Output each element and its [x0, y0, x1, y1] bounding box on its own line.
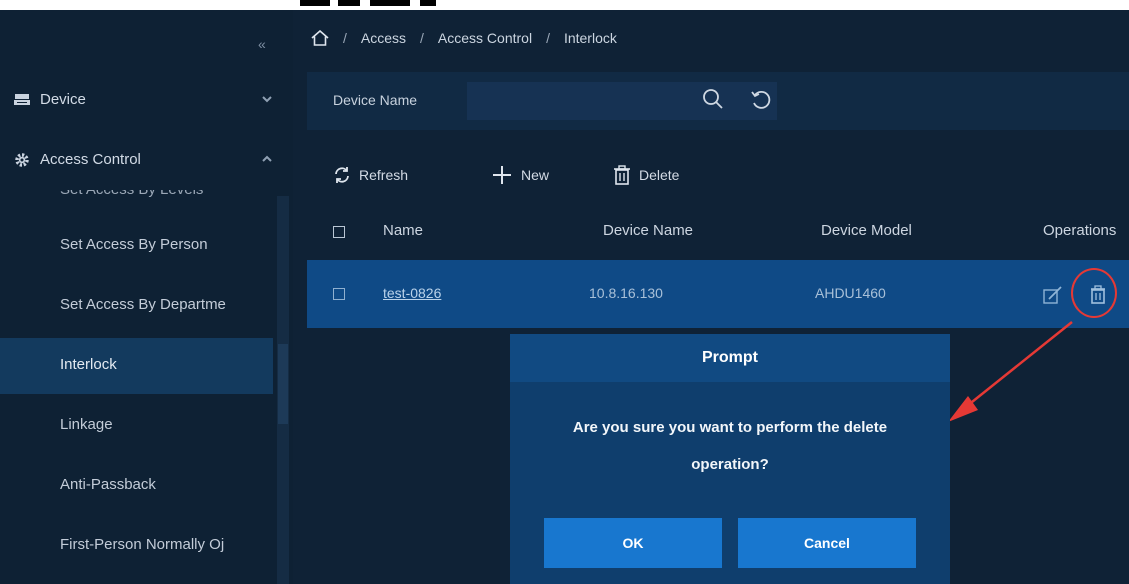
- delete-button[interactable]: Delete: [613, 160, 679, 190]
- row-device-name: 10.8.16.130: [589, 285, 663, 301]
- breadcrumb-item-access[interactable]: Access: [361, 30, 406, 46]
- sidebar-item-label: Interlock: [60, 356, 117, 373]
- home-icon[interactable]: [311, 30, 329, 46]
- row-device-model: AHDU1460: [815, 285, 886, 301]
- cancel-button[interactable]: Cancel: [738, 518, 916, 568]
- sidebar-item-label: Set Access By Levels: [60, 190, 203, 198]
- sidebar-item-interlock[interactable]: Interlock: [0, 338, 273, 394]
- refresh-label: Refresh: [359, 167, 409, 183]
- sidebar-item-label: First-Person Normally Oj: [60, 536, 225, 553]
- breadcrumb-separator: /: [420, 30, 424, 46]
- cropped-header-strip: [0, 0, 1129, 10]
- plus-icon: [493, 166, 511, 184]
- trash-icon: [614, 165, 630, 185]
- sidebar-item-set-access-by-person[interactable]: Set Access By Person: [0, 218, 273, 274]
- breadcrumb-separator: /: [546, 30, 550, 46]
- sidebar-item-linkage[interactable]: Linkage: [0, 398, 273, 454]
- refresh-icon: [335, 167, 349, 183]
- dialog-message-cont: operation?: [691, 456, 769, 473]
- refresh-button[interactable]: Refresh: [333, 160, 408, 190]
- device-name-label: Device Name: [333, 92, 418, 108]
- sidebar-item-label: Anti-Passback: [60, 476, 156, 493]
- device-icon: [14, 94, 30, 105]
- sidebar-scrollbar-thumb[interactable]: [278, 344, 288, 424]
- sidebar-menu-label: Access Control: [40, 151, 141, 168]
- sidebar-menu-device[interactable]: Device: [0, 80, 293, 120]
- row-name-link[interactable]: test-0826: [383, 285, 441, 301]
- new-button[interactable]: New: [491, 160, 549, 190]
- table-header: Name Device Name Device Model Operations: [307, 208, 1129, 254]
- sidebar-item-anti-passback[interactable]: Anti-Passback: [0, 458, 273, 514]
- reset-icon[interactable]: [747, 86, 775, 114]
- sidebar-item-set-access-by-levels[interactable]: Set Access By Levels: [0, 190, 293, 204]
- sidebar-menu-label: Device: [40, 91, 86, 108]
- column-header-operations: Operations: [1043, 222, 1117, 239]
- sidebar: « Device Access Control Set Access By Le…: [0, 10, 293, 584]
- sidebar-menu-access-control[interactable]: Access Control: [0, 140, 293, 180]
- sidebar-item-label: Set Access By Person: [60, 236, 208, 253]
- filter-bar: Device Name: [307, 72, 1129, 130]
- chevron-down-icon: [262, 96, 272, 103]
- device-name-input[interactable]: [467, 82, 777, 120]
- sidebar-item-label: Set Access By Departme: [60, 296, 226, 313]
- search-icon[interactable]: [699, 86, 727, 114]
- new-label: New: [521, 167, 550, 183]
- breadcrumb: / Access / Access Control / Interlock: [311, 30, 617, 46]
- gear-icon: [15, 153, 29, 167]
- dialog-message: Are you sure you want to perform the del…: [572, 419, 888, 436]
- dialog-title: Prompt: [510, 334, 950, 382]
- column-header-device-name[interactable]: Device Name: [603, 222, 693, 239]
- column-header-device-model[interactable]: Device Model: [821, 222, 912, 239]
- select-all-checkbox[interactable]: [333, 226, 345, 238]
- sidebar-item-set-access-by-department[interactable]: Set Access By Departme: [0, 278, 273, 334]
- breadcrumb-item-access-control[interactable]: Access Control: [438, 30, 532, 46]
- breadcrumb-item-interlock: Interlock: [563, 30, 617, 46]
- ok-button[interactable]: OK: [544, 518, 722, 568]
- sidebar-item-label: Linkage: [60, 416, 113, 433]
- edit-icon[interactable]: [1043, 286, 1063, 304]
- delete-label: Delete: [639, 167, 680, 183]
- sidebar-item-first-person-normally-open[interactable]: First-Person Normally Oj: [0, 518, 273, 574]
- chevron-up-icon: [262, 155, 272, 162]
- table-row[interactable]: test-0826 10.8.16.130 AHDU1460: [307, 260, 1129, 328]
- annotation-circle: [1071, 268, 1117, 318]
- breadcrumb-separator: /: [343, 30, 347, 46]
- column-header-name[interactable]: Name: [383, 222, 423, 239]
- confirm-dialog: Prompt Are you sure you want to perform …: [510, 334, 950, 584]
- double-chevron-left-icon[interactable]: «: [258, 36, 266, 52]
- row-checkbox[interactable]: [333, 288, 345, 300]
